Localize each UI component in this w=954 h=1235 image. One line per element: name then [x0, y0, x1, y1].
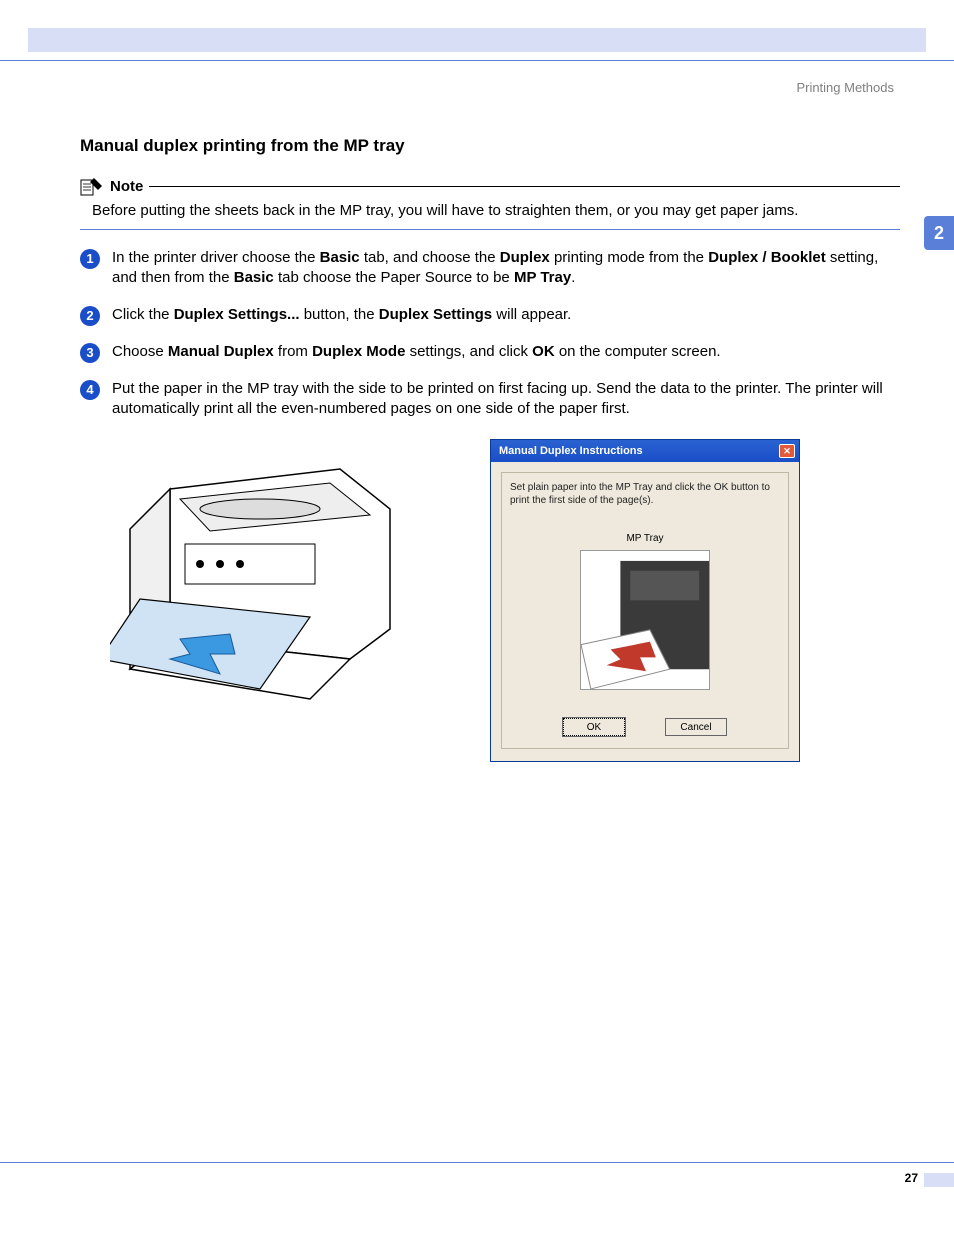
step-text: Choose Manual Duplex from Duplex Mode se… — [112, 342, 900, 363]
dialog-message: Set plain paper into the MP Tray and cli… — [510, 481, 780, 507]
step-item: 4 Put the paper in the MP tray with the s… — [80, 379, 900, 420]
note-rule — [149, 186, 900, 187]
printer-illustration — [110, 439, 430, 729]
note-body: Before putting the sheets back in the MP… — [92, 202, 900, 219]
header-section-name: Printing Methods — [796, 80, 894, 95]
dialog-body: Set plain paper into the MP Tray and cli… — [491, 462, 799, 761]
figures-row: Manual Duplex Instructions ✕ Set plain p… — [110, 439, 900, 762]
dialog-inner: Set plain paper into the MP Tray and cli… — [501, 472, 789, 749]
note-label: Note — [110, 178, 143, 195]
step-item: 1 In the printer driver choose the Basic … — [80, 248, 900, 289]
step-text: Click the Duplex Settings... button, the… — [112, 305, 900, 326]
dialog-printer-image — [580, 550, 710, 690]
step-item: 2 Click the Duplex Settings... button, th… — [80, 305, 900, 326]
page-number: 27 — [905, 1171, 918, 1185]
section-title: Manual duplex printing from the MP tray — [80, 136, 900, 156]
step-text: In the printer driver choose the Basic t… — [112, 248, 900, 289]
dialog-titlebar: Manual Duplex Instructions ✕ — [491, 440, 799, 462]
step-number-badge: 4 — [80, 380, 100, 400]
dialog-window: Manual Duplex Instructions ✕ Set plain p… — [490, 439, 800, 762]
note-close-rule — [80, 229, 900, 230]
step-text: Put the paper in the MP tray with the si… — [112, 379, 900, 420]
note-header: Note — [80, 176, 900, 196]
chapter-tab: 2 — [924, 216, 954, 250]
step-number-badge: 3 — [80, 343, 100, 363]
cancel-button[interactable]: Cancel — [665, 718, 727, 736]
step-item: 3 Choose Manual Duplex from Duplex Mode s… — [80, 342, 900, 363]
dialog-title-text: Manual Duplex Instructions — [499, 445, 643, 457]
page-content: Manual duplex printing from the MP tray … — [80, 136, 900, 762]
dialog-tray-label: MP Tray — [510, 533, 780, 544]
top-accent-band — [28, 28, 926, 52]
step-number-badge: 2 — [80, 306, 100, 326]
dialog-button-row: OK Cancel — [510, 718, 780, 736]
ok-button[interactable]: OK — [563, 718, 625, 736]
step-number-badge: 1 — [80, 249, 100, 269]
footer-rule — [0, 1162, 954, 1163]
close-icon[interactable]: ✕ — [779, 444, 795, 458]
page-number-accent — [924, 1173, 954, 1187]
steps-list: 1 In the printer driver choose the Basic … — [80, 248, 900, 419]
header-rule — [0, 60, 954, 61]
note-icon — [80, 176, 104, 196]
